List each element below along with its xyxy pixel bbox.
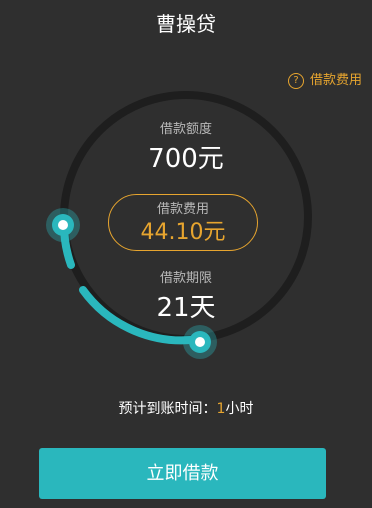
amount-slider-handle[interactable] (46, 208, 80, 242)
loan-page: 曹操贷 ? 借款费用 借款额度 700元 借款费用 44.10元 借款期限 21… (0, 0, 372, 508)
fee-box: 借款费用 44.10元 (108, 194, 258, 251)
arrival-prefix: 预计到账时间： (118, 401, 217, 417)
loan-dial (46, 91, 312, 359)
arrival-time: 预计到账时间：1小时 (0, 399, 372, 419)
arrival-suffix: 小时 (225, 401, 254, 417)
term-slider-handle[interactable] (183, 325, 217, 359)
fee-value: 44.10元 (140, 220, 226, 245)
apply-loan-button[interactable]: 立即借款 (39, 448, 326, 499)
term-label: 借款期限 (159, 271, 212, 286)
term-value: 21天 (156, 293, 216, 323)
amount-value: 700元 (148, 144, 224, 174)
fee-label: 借款费用 (156, 202, 209, 217)
amount-label: 借款额度 (159, 122, 212, 137)
